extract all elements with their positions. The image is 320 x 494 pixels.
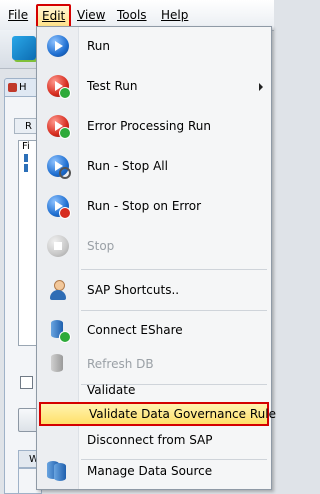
menu-item-connect-eshare[interactable]: Connect EShare [37, 312, 271, 348]
list-item-icon [24, 164, 28, 172]
run-stop-all-icon [47, 155, 71, 179]
run-icon [47, 35, 69, 57]
menu-view[interactable]: View [77, 7, 105, 23]
tab-home[interactable]: H [4, 78, 38, 96]
menu-item-test-run[interactable]: Test Run [37, 68, 271, 104]
home-tab-icon [8, 83, 17, 92]
checkbox[interactable] [20, 376, 33, 389]
toolbar [0, 30, 40, 69]
list-header: Fi [22, 141, 30, 152]
run-stop-on-error-icon [47, 195, 71, 219]
manage-data-source-icon [47, 460, 69, 482]
menu-help[interactable]: Help [161, 7, 188, 23]
edit-menu-dropdown: Run Test Run Error Processing Run Run - … [36, 26, 276, 490]
menu-file[interactable]: File [8, 7, 28, 23]
menu-item-run-stop-on-error[interactable]: Run - Stop on Error [37, 188, 271, 224]
menu-item-stop: Stop [37, 228, 271, 264]
connect-eshare-icon [47, 319, 71, 343]
menu-separator [81, 310, 267, 311]
menu-item-error-processing-run[interactable]: Error Processing Run [37, 108, 271, 144]
stop-icon [47, 235, 69, 257]
menu-edit[interactable]: Edit [36, 4, 72, 28]
menu-item-run-stop-all[interactable]: Run - Stop All [37, 148, 271, 184]
sap-shortcuts-icon [47, 279, 69, 301]
menu-item-run[interactable]: Run [37, 28, 271, 64]
submenu-arrow-icon [259, 83, 263, 91]
menu-tools[interactable]: Tools [117, 7, 147, 23]
menu-item-sap-shortcuts[interactable]: SAP Shortcuts.. [37, 272, 271, 308]
background-app: H R Fi W [0, 30, 42, 494]
error-processing-run-icon [47, 115, 71, 139]
menu-item-manage-data-source[interactable]: Manage Data Source [37, 453, 271, 489]
app-logo-icon [12, 36, 36, 60]
menu-separator [81, 269, 267, 270]
list-item-icon [24, 154, 28, 162]
test-run-icon [47, 75, 71, 99]
